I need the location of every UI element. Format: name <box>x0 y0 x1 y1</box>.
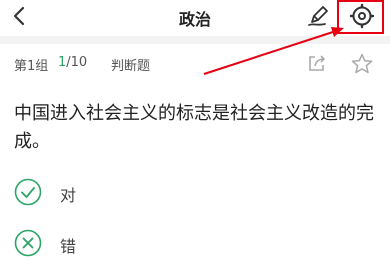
star-icon <box>351 53 373 74</box>
page-title: 政治 <box>178 10 211 29</box>
question-type-label: 判断题 <box>111 59 151 74</box>
share-button[interactable] <box>306 52 328 74</box>
check-circle-icon <box>14 178 42 206</box>
quiz-screen: 政治 第1组 1/10 判断题 中国进入社会主义的标志是社会主义改造的完成。 对… <box>0 0 390 260</box>
option-false-label: 错 <box>60 237 77 256</box>
option-true-label: 对 <box>60 186 77 205</box>
favorite-button[interactable] <box>350 52 374 76</box>
option-true[interactable]: 对 <box>14 178 214 208</box>
section-divider <box>0 36 390 44</box>
header-bar: 政治 <box>0 0 390 36</box>
question-text: 中国进入社会主义的标志是社会主义改造的完成。 <box>14 103 374 152</box>
edit-button[interactable] <box>305 3 331 29</box>
pen-icon <box>308 6 328 26</box>
annotation-highlight-box <box>337 0 384 34</box>
group-label: 第1组 <box>14 59 49 74</box>
question-info-bar: 第1组 1/10 判断题 <box>0 44 390 82</box>
option-false[interactable]: 错 <box>14 229 214 259</box>
progress-total: /10 <box>66 55 88 70</box>
x-circle-icon <box>14 229 42 257</box>
share-icon <box>309 55 326 71</box>
progress-indicator: 1/10 <box>58 55 87 70</box>
